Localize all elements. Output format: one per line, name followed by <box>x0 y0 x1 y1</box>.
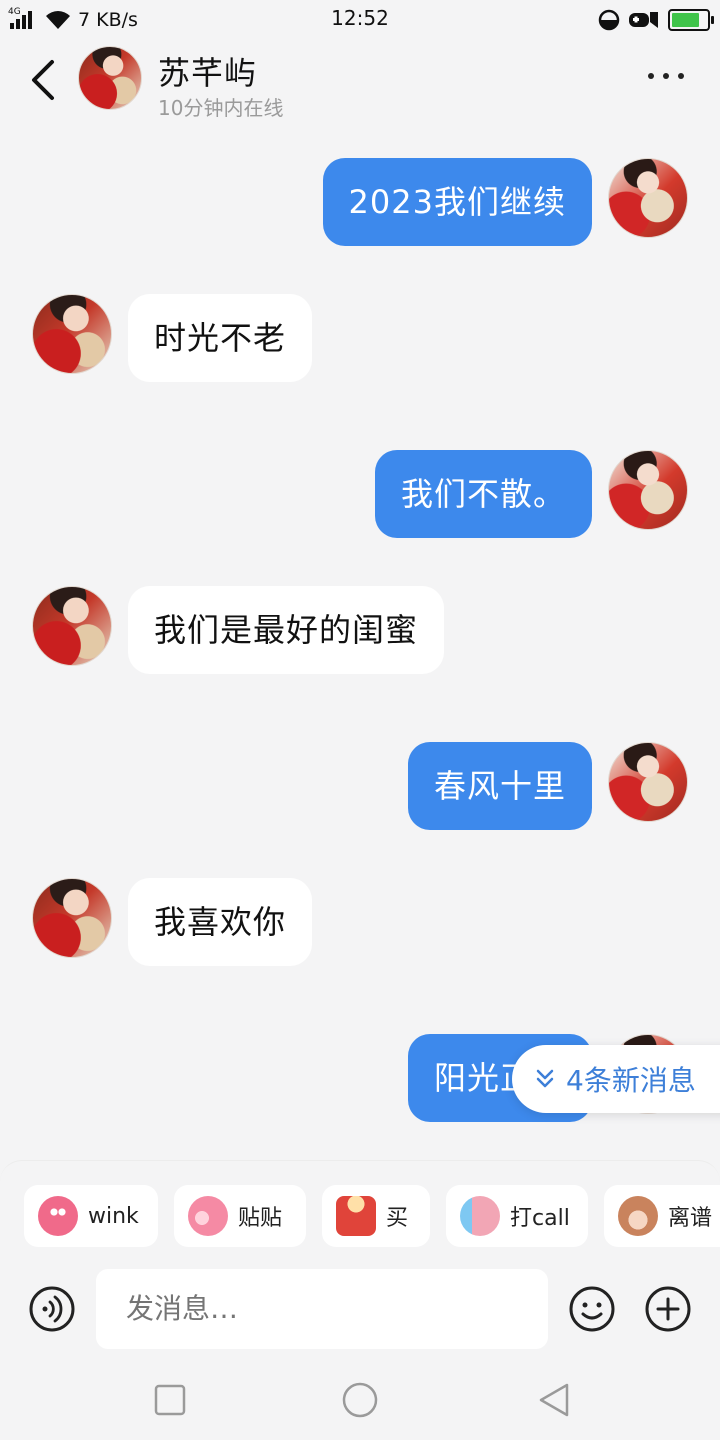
double-chevron-down-icon <box>536 1069 554 1088</box>
sticker-chip[interactable]: 贴贴 <box>174 1185 306 1247</box>
recent-apps-button[interactable] <box>150 1380 190 1420</box>
contact-avatar[interactable] <box>78 46 142 110</box>
game-mode-icon <box>629 12 658 28</box>
message-bubble-incoming[interactable]: 我喜欢你 <box>128 878 313 966</box>
message-bubble-outgoing[interactable]: 我们不散。 <box>374 450 592 538</box>
my-avatar[interactable] <box>608 742 688 822</box>
sticker-label: 买 <box>386 1206 409 1231</box>
message-list[interactable]: 2023我们继续 时光不老 我们不散。 我们是最好的闺蜜 春风十里 我喜欢你 阳… <box>0 126 720 1160</box>
chat-header: 苏芊屿 10分钟内在线 <box>0 40 720 126</box>
vpn-icon <box>598 9 620 31</box>
input-row <box>0 1267 720 1351</box>
contact-message-avatar[interactable] <box>32 878 112 958</box>
chat-screen: 4G 7 KB/s 12:52 苏芊屿 10分钟内在线 2023我们继续 时光不… <box>0 0 720 1440</box>
sticker-suggestions[interactable]: wink 贴贴 买 打call 离谱 <box>24 1185 720 1249</box>
voice-input-button[interactable] <box>28 1285 76 1333</box>
status-bar: 4G 7 KB/s 12:52 <box>0 0 720 40</box>
more-actions-plus-button[interactable] <box>644 1285 692 1333</box>
sticker-label: 打call <box>510 1206 570 1231</box>
buy-sign-sticker-icon <box>336 1196 376 1236</box>
sticker-label: 贴贴 <box>238 1206 283 1231</box>
my-avatar[interactable] <box>608 450 688 530</box>
more-dot-icon <box>678 73 684 79</box>
glowstick-sticker-icon <box>460 1196 500 1236</box>
sticker-chip[interactable]: 买 <box>322 1185 430 1247</box>
composer-panel: wink 贴贴 买 打call 离谱 <box>0 1160 720 1360</box>
sticker-chip[interactable]: 离谱 <box>604 1185 720 1247</box>
new-messages-button[interactable]: 4条新消息 <box>512 1045 720 1113</box>
sticker-chip[interactable]: 打call <box>446 1185 588 1247</box>
pink-bunny-sticker-icon <box>38 1196 78 1236</box>
message-bubble-outgoing[interactable]: 2023我们继续 <box>322 158 592 246</box>
battery-icon <box>668 9 714 31</box>
sticker-label: wink <box>88 1203 139 1229</box>
new-messages-label: 4条新消息 <box>566 1064 696 1097</box>
back-button[interactable] <box>22 54 70 106</box>
status-right <box>598 6 714 34</box>
system-navigation-bar <box>0 1360 720 1440</box>
sticker-label: 离谱 <box>668 1206 713 1231</box>
message-bubble-outgoing[interactable]: 春风十里 <box>407 742 592 830</box>
home-button[interactable] <box>340 1380 380 1420</box>
contact-message-avatar[interactable] <box>32 294 112 374</box>
message-bubble-incoming[interactable]: 时光不老 <box>128 294 313 382</box>
contact-name[interactable]: 苏芊屿 <box>158 48 257 94</box>
more-options-button[interactable] <box>642 64 690 88</box>
emoji-button[interactable] <box>568 1285 616 1333</box>
contact-online-status: 10分钟内在线 <box>158 96 284 120</box>
more-dot-icon <box>648 73 654 79</box>
contact-message-avatar[interactable] <box>32 586 112 666</box>
message-bubble-incoming[interactable]: 我们是最好的闺蜜 <box>128 586 445 674</box>
message-input[interactable] <box>96 1269 548 1349</box>
sticker-chip[interactable]: wink <box>24 1185 158 1247</box>
nav-back-button[interactable] <box>534 1380 574 1420</box>
pink-hug-sticker-icon <box>188 1196 228 1236</box>
my-avatar[interactable] <box>608 158 688 238</box>
shocked-face-sticker-icon <box>618 1196 658 1236</box>
more-dot-icon <box>663 73 669 79</box>
